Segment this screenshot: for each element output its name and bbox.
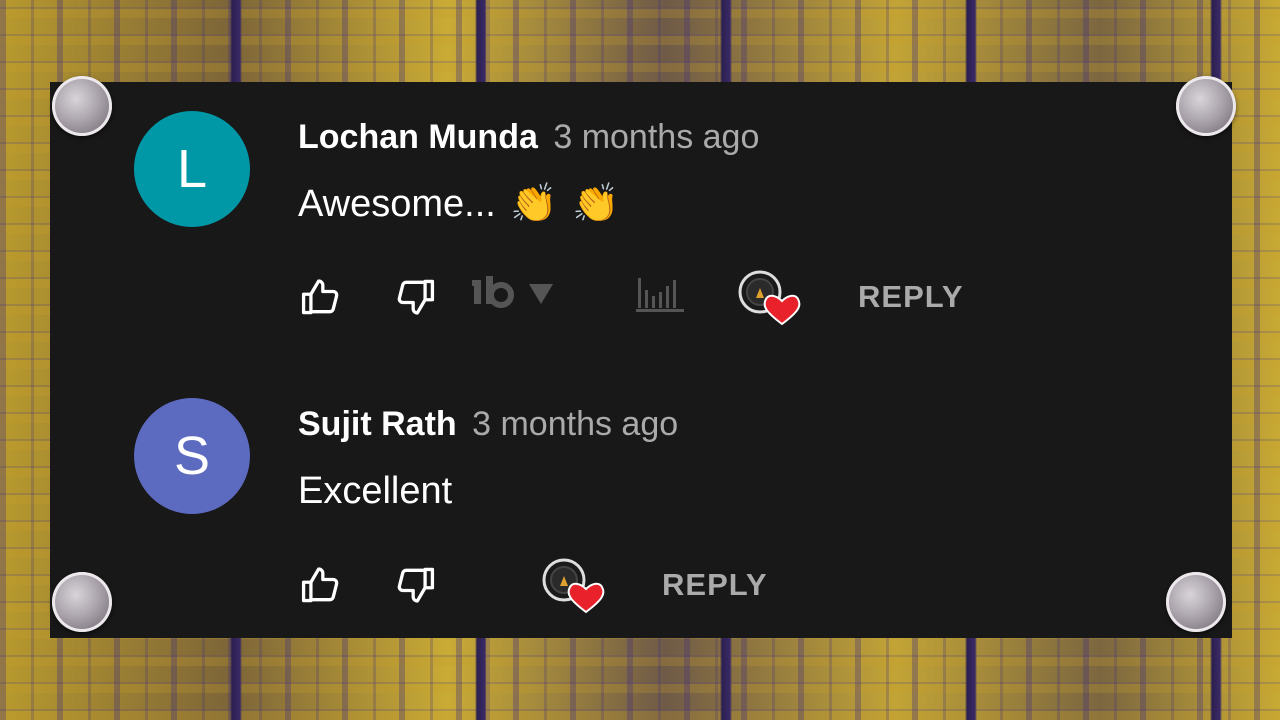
like-button[interactable]	[298, 274, 344, 320]
creator-heart-badge[interactable]	[540, 556, 608, 614]
comment-header: Sujit Rath 3 months ago	[298, 405, 678, 444]
comment-actions: REPLY	[298, 558, 798, 614]
like-button[interactable]	[298, 562, 344, 608]
extension-stats-icon[interactable]	[636, 274, 686, 314]
pushpin-top-right	[1176, 76, 1236, 136]
reply-label: REPLY	[662, 567, 768, 602]
comments-panel: L Lochan Munda 3 months ago Awesome... 👏…	[50, 82, 1232, 638]
avatar-letter: L	[176, 139, 208, 199]
avatar-letter: S	[173, 426, 211, 486]
thumbs-up-icon	[301, 279, 339, 315]
comment-timestamp[interactable]: 3 months ago	[553, 118, 759, 156]
creator-avatar-heart-icon	[542, 558, 605, 614]
clapping-hands-emoji: 👏	[510, 183, 558, 225]
bar-chart-icon	[636, 278, 684, 312]
avatar[interactable]: L	[134, 111, 250, 227]
reply-button[interactable]: REPLY	[858, 274, 964, 320]
pushpin-bottom-left	[52, 572, 112, 632]
comment-text: Awesome... 👏 👏	[298, 182, 620, 226]
thumbs-up-icon	[301, 567, 339, 603]
clapping-hands-emoji: 👏	[572, 183, 620, 225]
creator-avatar-heart-icon	[738, 270, 801, 326]
pushpin-bottom-right	[1166, 572, 1226, 632]
thumbs-down-icon	[397, 567, 435, 603]
reply-button[interactable]: REPLY	[662, 562, 768, 608]
author-name[interactable]: Lochan Munda	[298, 118, 538, 156]
dislike-button[interactable]	[392, 274, 438, 320]
comment-text: Excellent	[298, 470, 452, 513]
comment-actions: REPLY	[298, 270, 998, 326]
avatar[interactable]: S	[134, 398, 250, 514]
thumbs-down-icon	[397, 279, 435, 315]
creator-heart-badge[interactable]	[736, 268, 804, 326]
comment-body: Excellent	[298, 470, 453, 512]
comment-body: Awesome...	[298, 183, 496, 225]
dislike-button[interactable]	[392, 562, 438, 608]
pushpin-top-left	[52, 76, 112, 136]
comment-header: Lochan Munda 3 months ago	[298, 118, 759, 157]
author-name[interactable]: Sujit Rath	[298, 405, 457, 443]
reply-label: REPLY	[858, 279, 964, 314]
tb-dropdown-icon	[472, 276, 553, 308]
extension-tb-icon[interactable]	[472, 274, 558, 314]
comment-timestamp[interactable]: 3 months ago	[472, 405, 678, 443]
